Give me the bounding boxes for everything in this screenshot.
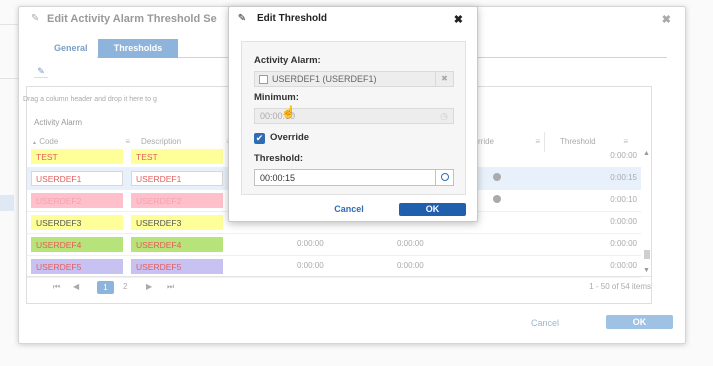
row-code-cell: TEST	[31, 149, 123, 164]
row-code-cell: USERDEF3	[31, 215, 123, 230]
column-group-header: Activity Alarm	[34, 118, 83, 127]
row-description-cell: USERDEF5	[131, 259, 223, 274]
threshold-label: Threshold:	[254, 153, 304, 164]
row-code-cell: USERDEF4	[31, 237, 123, 252]
tab-thresholds[interactable]: Thresholds	[98, 39, 178, 58]
scrollbar-thumb[interactable]	[644, 250, 650, 259]
background-divider	[0, 24, 18, 25]
override-label[interactable]: Override	[270, 132, 309, 143]
previous-page-icon[interactable]: ◀	[73, 282, 79, 291]
row-code-cell: USERDEF2	[31, 193, 123, 208]
row-code-cell: USERDEF1	[31, 171, 123, 186]
row-description-cell: USERDEF3	[131, 215, 223, 230]
hand-cursor-icon: ☝	[281, 105, 296, 119]
threshold-input[interactable]: 00:00:15	[254, 169, 454, 186]
inner-dialog-title: Edit Threshold	[257, 13, 327, 24]
alarm-color-swatch	[259, 75, 268, 84]
clock-icon: ◷	[440, 111, 448, 121]
pencil-icon: ✎	[237, 13, 247, 24]
outer-cancel-button[interactable]: Cancel	[520, 316, 570, 330]
activity-alarm-value: USERDEF1 (USERDEF1)	[272, 74, 377, 84]
ok-button[interactable]: OK	[399, 203, 466, 216]
row-value-cell: 0:00:00	[397, 261, 424, 270]
table-row[interactable]: USERDEF4 USERDEF4 0:00:00 0:00:00 0:00:00	[27, 234, 641, 256]
next-page-icon[interactable]: ▶	[146, 282, 152, 291]
cancel-button[interactable]: Cancel	[321, 203, 377, 216]
activity-alarm-field: USERDEF1 (USERDEF1) ✖	[254, 71, 454, 87]
group-by-hint: Drag a column header and drop it here to…	[23, 96, 157, 103]
row-threshold-cell: 0:00:00	[610, 217, 637, 226]
column-header-code-label: Code	[39, 137, 59, 146]
threshold-form: Activity Alarm: USERDEF1 (USERDEF1) ✖ Mi…	[241, 41, 466, 195]
threshold-value[interactable]: 00:00:15	[260, 173, 295, 183]
override-checkbox[interactable]: ✔	[254, 133, 265, 144]
row-threshold-cell: 0:00:00	[610, 239, 637, 248]
row-description-cell: USERDEF2	[131, 193, 223, 208]
background-selected-row	[0, 195, 14, 211]
minimum-label: Minimum:	[254, 92, 299, 103]
row-threshold-cell: 0:00:00	[610, 261, 637, 270]
row-threshold-cell: 0:00:15	[610, 173, 637, 182]
column-header-threshold-label: Threshold	[560, 137, 596, 146]
clear-icon: ✖	[435, 72, 453, 86]
background-divider	[0, 78, 18, 79]
table-row[interactable]: USERDEF5 USERDEF5 0:00:00 0:00:00 0:00:00	[27, 256, 641, 278]
row-threshold-cell: 0:00:10	[610, 195, 637, 204]
tab-general[interactable]: General	[45, 39, 97, 58]
row-code-cell: USERDEF5	[31, 259, 123, 274]
row-threshold-cell: 0:00:00	[610, 151, 637, 160]
scroll-down-icon[interactable]: ▼	[643, 267, 650, 274]
last-page-icon[interactable]: ⏭	[167, 282, 174, 292]
edit-threshold-button[interactable]: ✎	[34, 64, 48, 78]
column-header-description-label: Description	[141, 137, 182, 146]
pager-info: 1 - 50 of 54 items	[589, 282, 651, 291]
activity-alarm-label: Activity Alarm:	[254, 55, 321, 66]
row-description-cell: USERDEF4	[131, 237, 223, 252]
pencil-icon: ✎	[37, 66, 45, 76]
grid-scrollbar[interactable]: ▲ ▼	[643, 150, 651, 274]
page-2-button[interactable]: 2	[123, 282, 127, 291]
row-value-cell: 0:00:00	[397, 239, 424, 248]
row-value-cell: 0:00:00	[297, 261, 324, 270]
scroll-up-icon[interactable]: ▲	[643, 150, 650, 157]
override-indicator-icon	[493, 195, 501, 203]
row-description-cell: USERDEF1	[131, 171, 223, 186]
override-indicator-icon	[493, 173, 501, 181]
dialog-title: Edit Activity Alarm Threshold Se	[47, 13, 217, 25]
row-description-cell: TEST	[131, 149, 223, 164]
grid-pager: ⏮ ◀ 1 2 ▶ ⏭ 1 - 50 of 54 items	[27, 276, 651, 298]
inner-dialog-titlebar: ✎ Edit Threshold ✖	[229, 7, 477, 31]
close-icon[interactable]: ✖	[662, 13, 671, 26]
pencil-icon: ✎	[31, 13, 40, 24]
outer-ok-button[interactable]: OK	[606, 315, 673, 329]
page-1-button[interactable]: 1	[97, 281, 114, 294]
row-value-cell: 0:00:00	[297, 239, 324, 248]
edit-threshold-dialog: ✎ Edit Threshold ✖ Activity Alarm: USERD…	[228, 6, 478, 222]
close-icon[interactable]: ✖	[454, 13, 463, 26]
first-page-icon[interactable]: ⏮	[53, 282, 60, 292]
clock-picker-icon[interactable]	[435, 170, 453, 185]
